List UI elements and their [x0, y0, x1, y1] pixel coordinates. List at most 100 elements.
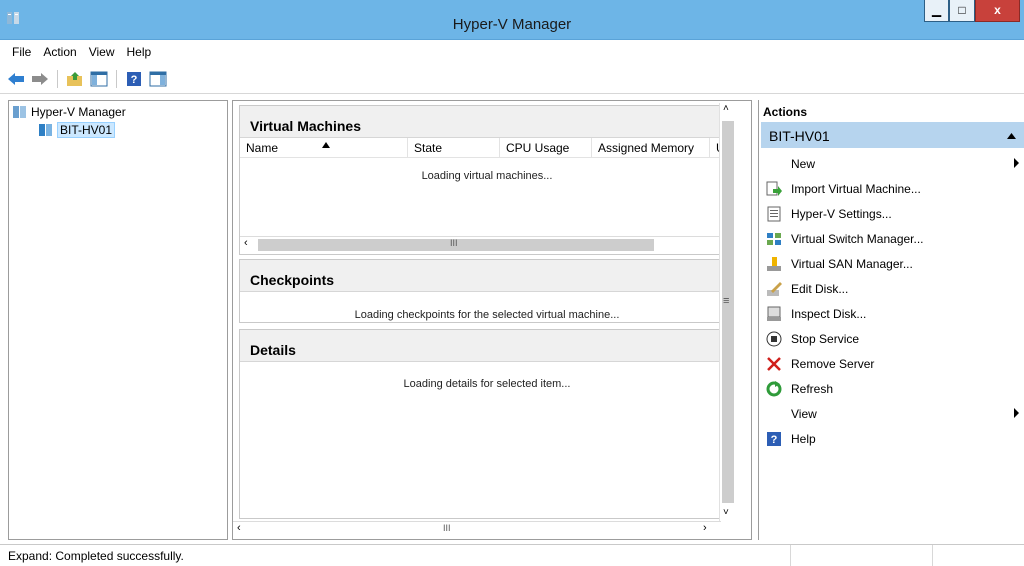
san-icon	[765, 255, 783, 273]
forward-button[interactable]	[30, 69, 50, 89]
menu-bar: File Action View Help	[0, 40, 1024, 64]
action-san-label: Virtual SAN Manager...	[791, 257, 913, 271]
scroll-grip: ≡	[723, 295, 730, 307]
status-text: Expand: Completed successfully.	[8, 548, 184, 563]
actions-header: Actions	[763, 105, 808, 119]
action-remove-server[interactable]: Remove Server	[765, 352, 1023, 376]
action-stop-service[interactable]: Stop Service	[765, 327, 1023, 351]
action-help-label: Help	[791, 432, 816, 446]
column-header-assigned-memory[interactable]: Assigned Memory	[592, 137, 710, 158]
show-hide-tree-icon	[90, 71, 108, 86]
action-virtual-san-manager[interactable]: Virtual SAN Manager...	[765, 252, 1023, 276]
action-virtual-switch-manager[interactable]: Virtual Switch Manager...	[765, 227, 1023, 251]
refresh-icon	[765, 380, 783, 398]
checkpoints-title: Checkpoints	[240, 260, 734, 292]
collapse-up-icon	[1007, 133, 1016, 139]
navigation-tree: Hyper-V Manager BIT-HV01	[8, 100, 228, 540]
column-header-state[interactable]: State	[408, 137, 500, 158]
minimize-icon: ▁	[931, 3, 942, 17]
action-edit-disk[interactable]: Edit Disk...	[765, 277, 1023, 301]
settings-icon	[765, 205, 783, 223]
up-folder-button[interactable]	[65, 69, 85, 89]
title-bar: Hyper-V Manager ▁ □ x	[0, 0, 1024, 40]
scroll-grip: III	[450, 238, 458, 248]
actions-server-title: BIT-HV01	[769, 128, 830, 144]
center-vscroll-thumb[interactable]	[722, 121, 734, 503]
show-hide-tree-button[interactable]	[89, 69, 109, 89]
edit-disk-icon	[765, 280, 783, 298]
menu-file[interactable]: File	[6, 45, 37, 59]
action-import-virtual-machine[interactable]: Import Virtual Machine...	[765, 177, 1023, 201]
details-title: Details	[240, 330, 734, 362]
status-cell	[932, 545, 1024, 566]
virtual-machines-panel: Virtual Machines Name State CPU Usage As…	[239, 105, 735, 255]
checkpoints-loading-message: Loading checkpoints for the selected vir…	[354, 309, 620, 321]
vm-horizontal-scrollbar[interactable]: ‹ III	[240, 236, 734, 252]
tree-root-hyper-v-manager[interactable]: Hyper-V Manager	[13, 103, 126, 121]
action-view-label: View	[791, 407, 817, 421]
menu-action[interactable]: Action	[37, 45, 82, 59]
minimize-button[interactable]: ▁	[924, 0, 949, 22]
back-button[interactable]	[6, 69, 26, 89]
action-new[interactable]: New	[765, 152, 1023, 176]
action-new-label: New	[791, 157, 816, 171]
center-pane: Virtual Machines Name State CPU Usage As…	[232, 100, 752, 540]
column-header-name[interactable]: Name	[240, 137, 408, 158]
action-import-label: Import Virtual Machine...	[791, 182, 921, 196]
action-stop-service-label: Stop Service	[791, 332, 860, 346]
new-spacer-icon	[765, 155, 783, 173]
action-help[interactable]: ? Help	[765, 427, 1023, 451]
action-remove-server-label: Remove Server	[791, 357, 875, 371]
menu-view[interactable]: View	[83, 45, 121, 59]
server-icon	[39, 124, 52, 136]
status-bar: Expand: Completed successfully.	[0, 544, 1024, 566]
scroll-grip: III	[443, 523, 451, 533]
menu-help[interactable]: Help	[121, 45, 158, 59]
sort-ascending-icon	[322, 141, 330, 148]
action-settings-label: Hyper-V Settings...	[791, 207, 892, 221]
scroll-down-arrow-icon[interactable]: ˅	[723, 507, 729, 518]
scroll-left-arrow-icon[interactable]: ‹	[237, 522, 241, 534]
hyper-v-manager-icon	[13, 106, 26, 118]
back-arrow-icon	[8, 72, 24, 85]
scroll-left-arrow-icon[interactable]: ‹	[244, 237, 248, 249]
show-hide-action-pane-icon	[149, 71, 167, 86]
switch-icon	[765, 230, 783, 248]
details-panel: Details Loading details for selected ite…	[239, 329, 735, 519]
column-header-cpu-usage[interactable]: CPU Usage	[500, 137, 592, 158]
vm-loading-message: Loading virtual machines...	[421, 170, 553, 182]
show-hide-action-pane-button[interactable]	[148, 69, 168, 89]
remove-icon	[765, 355, 783, 373]
center-vertical-scrollbar[interactable]: ˄ ≡ ˅	[719, 103, 735, 521]
help-button[interactable]: ?	[124, 69, 144, 89]
close-icon: x	[994, 3, 1001, 17]
close-button[interactable]: x	[975, 0, 1020, 22]
scroll-right-arrow-icon[interactable]: ›	[703, 522, 707, 534]
action-refresh[interactable]: Refresh	[765, 377, 1023, 401]
submenu-arrow-icon	[1014, 408, 1019, 418]
center-horizontal-scrollbar[interactable]: ‹ III ›	[233, 521, 721, 537]
submenu-arrow-icon	[1014, 158, 1019, 168]
toolbar-separator	[116, 69, 117, 88]
toolbar: ?	[0, 64, 1024, 94]
action-switch-label: Virtual Switch Manager...	[791, 232, 924, 246]
stop-icon	[765, 330, 783, 348]
column-name-label: Name	[246, 140, 279, 155]
svg-text:?: ?	[771, 434, 778, 446]
inspect-disk-icon	[765, 305, 783, 323]
scroll-up-arrow-icon[interactable]: ˄	[723, 103, 729, 114]
vm-column-headers: Name State CPU Usage Assigned Memory U	[240, 137, 734, 158]
maximize-button[interactable]: □	[949, 0, 975, 22]
action-edit-disk-label: Edit Disk...	[791, 282, 849, 296]
help-icon: ?	[127, 71, 141, 86]
action-inspect-disk-label: Inspect Disk...	[791, 307, 867, 321]
action-refresh-label: Refresh	[791, 382, 834, 396]
action-inspect-disk[interactable]: Inspect Disk...	[765, 302, 1023, 326]
status-cell	[790, 545, 932, 566]
action-view[interactable]: View	[765, 402, 1023, 426]
help-icon: ?	[765, 430, 783, 448]
actions-server-section[interactable]: BIT-HV01	[761, 122, 1024, 148]
tree-item-server[interactable]: BIT-HV01	[39, 121, 116, 139]
import-vm-icon	[765, 180, 783, 198]
action-hyper-v-settings[interactable]: Hyper-V Settings...	[765, 202, 1023, 226]
